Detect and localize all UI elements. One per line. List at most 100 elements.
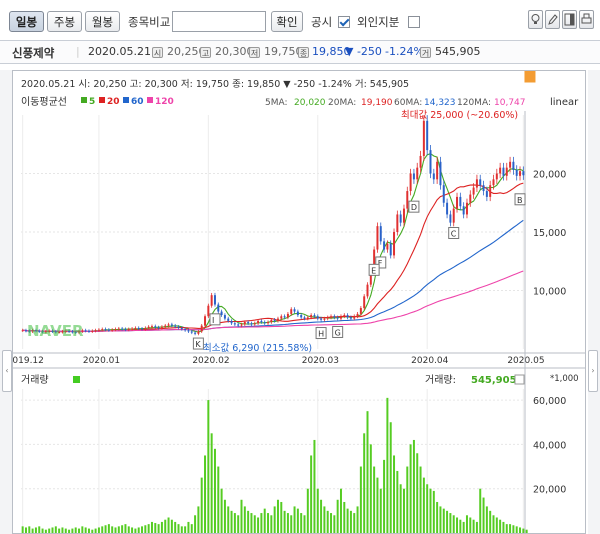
volume-bar bbox=[127, 526, 130, 533]
volume-bar bbox=[270, 515, 273, 533]
candle-body bbox=[459, 196, 462, 207]
candle-body bbox=[509, 161, 512, 168]
volume-bar bbox=[21, 526, 24, 533]
scale-label[interactable]: linear bbox=[550, 97, 579, 108]
price-tick-label: 15,000 bbox=[533, 228, 566, 239]
volume-bar bbox=[525, 529, 528, 533]
time-tick-label: 2020.05 bbox=[507, 356, 544, 366]
price-chart[interactable]: 20,00015,00010,00060,00040,00020,0002019… bbox=[13, 71, 585, 533]
ma60-legend: 60 bbox=[131, 97, 144, 107]
candle-body bbox=[94, 330, 97, 332]
volume-bar bbox=[293, 506, 296, 533]
candle-body bbox=[330, 316, 333, 318]
volume-bar bbox=[512, 525, 515, 533]
volume-bar bbox=[369, 444, 372, 533]
disclosure-label: 공시 bbox=[311, 15, 333, 29]
volume-bar bbox=[164, 519, 167, 533]
volume-bar bbox=[204, 455, 207, 533]
volume-close-icon[interactable] bbox=[514, 374, 525, 385]
candle-body bbox=[356, 313, 359, 317]
ma120-swatch bbox=[147, 97, 153, 103]
volume-bar bbox=[412, 439, 415, 533]
volume-bar bbox=[449, 513, 452, 533]
volume-bar bbox=[276, 499, 279, 533]
volume-bar bbox=[38, 526, 41, 533]
volume-bar bbox=[48, 528, 51, 533]
volume-bar bbox=[41, 528, 44, 533]
volume-bar bbox=[409, 444, 412, 533]
candle-body bbox=[475, 179, 478, 188]
close-badge: 종 bbox=[298, 47, 309, 58]
volume-bar bbox=[78, 528, 81, 533]
candle-body bbox=[522, 171, 525, 176]
right-collapse-handle[interactable]: › bbox=[588, 350, 598, 392]
volume-bar bbox=[472, 519, 475, 533]
candle-body bbox=[346, 315, 349, 318]
candle-body bbox=[462, 206, 465, 215]
candle-body bbox=[240, 324, 243, 326]
confirm-button[interactable]: 확인 bbox=[271, 11, 303, 32]
compare-input[interactable] bbox=[172, 11, 266, 32]
volume-unit: *1,000 bbox=[550, 374, 579, 384]
candle-body bbox=[84, 330, 87, 332]
left-scroll-rail: ‹ bbox=[0, 70, 12, 534]
candle-body bbox=[336, 317, 339, 319]
candle-body bbox=[323, 318, 326, 320]
disclosure-checkbox[interactable] bbox=[338, 16, 350, 28]
candle-body bbox=[204, 316, 207, 326]
candle-body bbox=[104, 329, 107, 331]
candles bbox=[21, 115, 525, 336]
ma60-value: 14,323 bbox=[424, 98, 456, 108]
candle-body bbox=[207, 305, 210, 317]
candle-body bbox=[306, 317, 309, 319]
volume-bar bbox=[230, 510, 233, 533]
candle-body bbox=[426, 120, 429, 151]
candle-body bbox=[515, 169, 518, 176]
print-icon[interactable] bbox=[579, 10, 594, 29]
volume-bar bbox=[210, 433, 213, 533]
tab-daily[interactable]: 일봉 bbox=[9, 11, 44, 32]
candle-body bbox=[419, 155, 422, 168]
candle-body bbox=[432, 173, 435, 180]
candle-body bbox=[359, 308, 362, 314]
grid bbox=[21, 115, 525, 533]
candle-body bbox=[456, 196, 459, 209]
volume-bar bbox=[376, 477, 379, 533]
volume-bar bbox=[220, 488, 223, 533]
left-collapse-handle[interactable]: ‹ bbox=[2, 350, 12, 392]
candle-body bbox=[442, 185, 445, 203]
candle-body bbox=[320, 318, 323, 320]
candle-body bbox=[482, 185, 485, 192]
volume-bar bbox=[134, 528, 137, 533]
volume-bar bbox=[124, 524, 127, 533]
volume-swatch bbox=[73, 376, 80, 383]
candle-body bbox=[465, 202, 468, 215]
volume-bar bbox=[459, 519, 462, 533]
pencil-icon[interactable] bbox=[545, 10, 560, 29]
volume-bar bbox=[326, 510, 329, 533]
foreign-ownership-checkbox[interactable] bbox=[408, 16, 420, 28]
volume-bar bbox=[502, 521, 505, 533]
tab-weekly[interactable]: 주봉 bbox=[47, 11, 82, 32]
candle-body bbox=[200, 325, 203, 332]
lightbulb-icon[interactable] bbox=[528, 10, 543, 29]
volume-bar bbox=[28, 526, 31, 533]
candle-body bbox=[237, 324, 240, 326]
tab-monthly[interactable]: 월봉 bbox=[85, 11, 120, 32]
volume-tick-label: 20,000 bbox=[533, 485, 566, 496]
event-marker-c: C bbox=[451, 229, 457, 238]
volume-bar bbox=[373, 466, 376, 533]
candle-body bbox=[412, 173, 415, 180]
ma120-value-label: 120MA: bbox=[457, 98, 491, 108]
candle-body bbox=[499, 167, 502, 174]
panel-toggle-icon[interactable] bbox=[562, 10, 577, 29]
volume-bar bbox=[200, 477, 203, 533]
candle-body bbox=[91, 330, 94, 332]
volume-bar bbox=[393, 455, 396, 533]
volume-bar bbox=[34, 527, 37, 533]
volume-bar bbox=[310, 455, 313, 533]
ma20-legend: 20 bbox=[107, 97, 120, 107]
volume-bar bbox=[58, 528, 61, 533]
volume-bar bbox=[475, 521, 478, 533]
candle-body bbox=[273, 319, 276, 321]
